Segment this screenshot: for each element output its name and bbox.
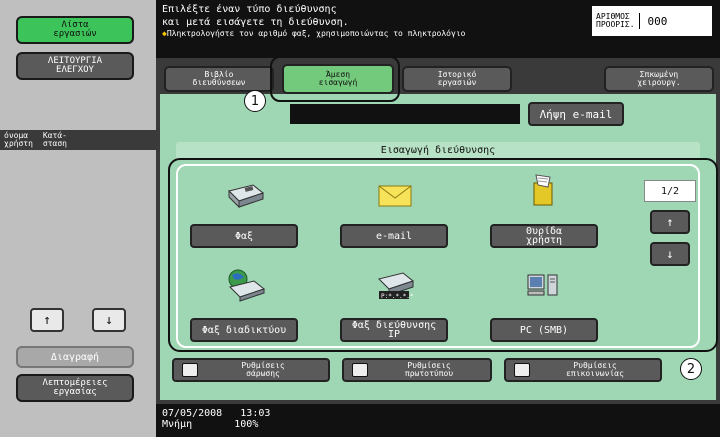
instruction-line-2: και μετά εισάγετε τη διεύθυνση. [162,17,349,28]
scan-settings-icon [182,363,198,377]
original-settings-icon [352,363,368,377]
instruction-line-3-text: Πληκτρολογήστε τον αριθμό φαξ, χρησιμοπο… [166,29,466,38]
left-panel: Λίστα εργασιών ΛΕΙΤΟΥΡΓΙΑ ΕΛΕΓΧΟΥ όνομα … [0,0,156,437]
delete-button[interactable]: Διαγραφή [16,346,134,368]
message-area: Επιλέξτε έναν τύπο διεύθυνσης και μετά ε… [156,0,720,58]
job-list-header: όνομα χρήστη Κατά- σταση [0,130,156,150]
original-settings-button[interactable]: Ρυθμίσεις πρωτοτύπου [342,358,492,382]
instruction-line-3: ◆Πληκτρολογήστε τον αριθμό φαξ, χρησιμοπ… [162,29,482,38]
utility-button[interactable]: ΛΕΙΤΟΥΡΓΙΑ ΕΛΕΓΧΟΥ [16,52,134,80]
communication-settings-label: Ρυθμίσεις επικοινωνίας [566,361,624,378]
column-status: Κατά- σταση [42,131,67,148]
footer-date: 07/05/2008 [162,408,223,419]
status-footer: 07/05/2008 13:03 Μνήμη 100% [156,404,720,437]
memory-line: Μνήμη 100% [162,419,714,430]
tab-address-book[interactable]: Βιβλίο διευθύνσεων [164,66,274,92]
communication-settings-icon [514,363,530,377]
column-user-name: όνομα χρήστη [4,131,33,148]
tab-address-search[interactable]: Σπκωμένη χειρουργ. [604,66,714,92]
tab-job-history[interactable]: Ιστορικό εργασιών [402,66,512,92]
tab-highlight-outline [270,56,400,102]
job-list-button[interactable]: Λίστα εργασιών [16,16,134,44]
get-email-button[interactable]: Λήψη e-mail [528,102,624,126]
footer-memory-label: Μνήμη [162,419,193,430]
destination-counter: ΑΡΙΘΜΟΣ ΠΡΟΟΡΙΣ. 000 [592,6,712,36]
scan-settings-button[interactable]: Ρυθμίσεις σάρωσης [172,358,330,382]
original-settings-label: Ρυθμίσεις πρωτοτύπου [404,361,454,378]
footer-memory-value: 100% [234,419,259,430]
destination-counter-value: 000 [647,14,668,28]
footer-time: 13:03 [240,408,271,419]
date-time-line: 07/05/2008 13:03 [162,408,714,419]
job-list-scroll-down-button[interactable]: ↓ [92,308,126,332]
destination-counter-label: ΑΡΙΘΜΟΣ ΠΡΟΟΡΙΣ. [596,13,640,29]
communication-settings-button[interactable]: Ρυθμίσεις επικοινωνίας [504,358,662,382]
job-details-button[interactable]: Λεπτομέρειες εργασίας [16,374,134,402]
callout-marker-2: 2 [680,358,702,380]
instruction-line-1: Επιλέξτε έναν τύπο διεύθυνσης [162,4,337,15]
panel-highlight-outline [168,158,718,352]
scan-settings-label: Ρυθμίσεις σάρωσης [241,361,285,378]
control-panel-screen: Λίστα εργασιών ΛΕΙΤΟΥΡΓΙΑ ΕΛΕΓΧΟΥ όνομα … [0,0,720,437]
job-list-scroll-up-button[interactable]: ↑ [30,308,64,332]
address-display-field[interactable] [290,104,520,124]
callout-marker-1: 1 [244,90,266,112]
